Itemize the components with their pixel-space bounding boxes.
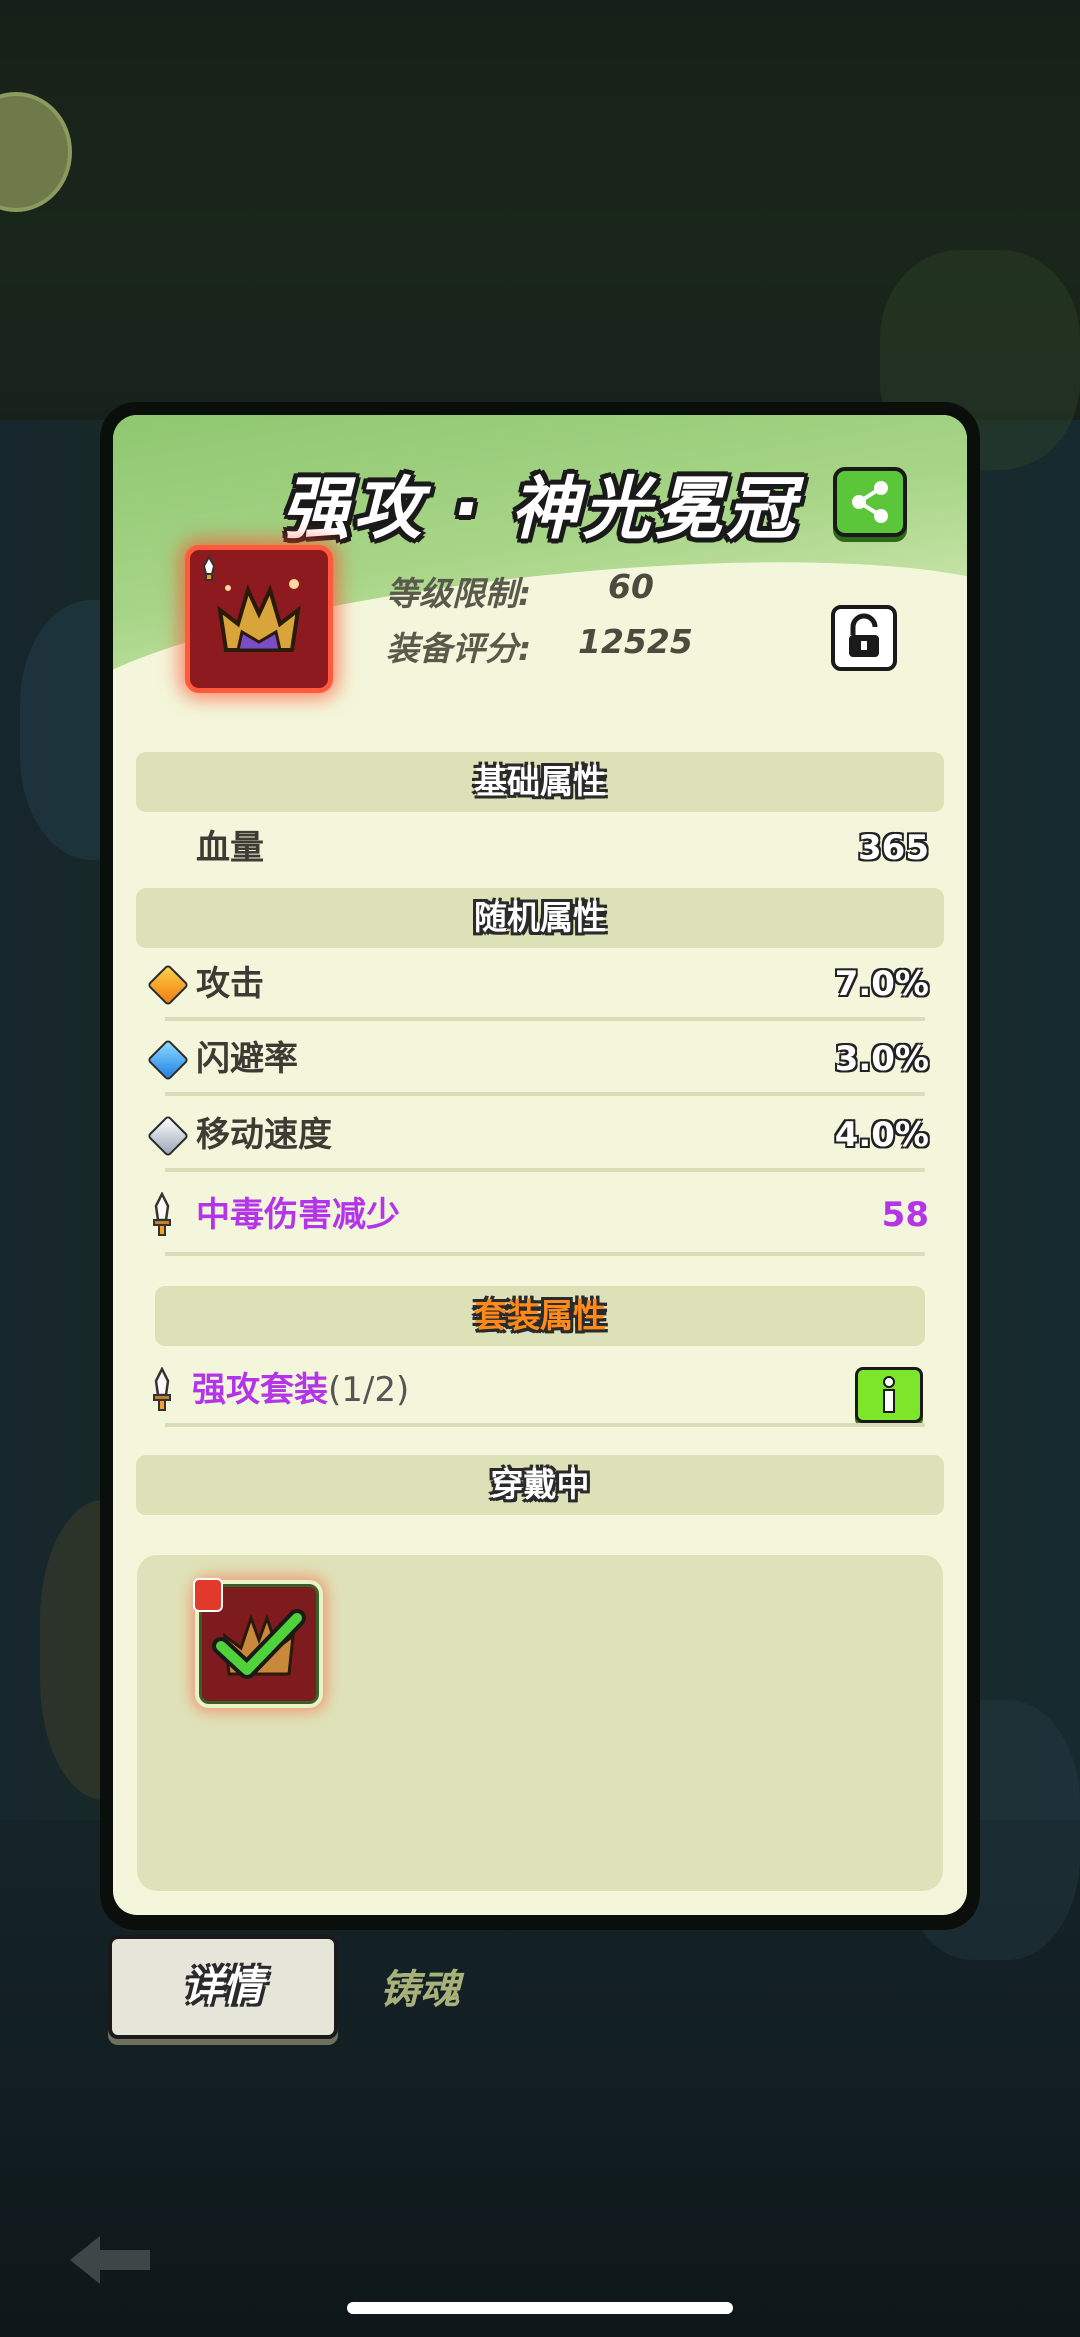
stat-value: 7.0% — [834, 964, 929, 1004]
blue-gem-icon — [146, 1038, 190, 1082]
back-arrow-icon[interactable] — [60, 2230, 160, 2290]
section-random-attributes: 随机属性 — [136, 888, 944, 948]
sword-icon — [153, 1367, 171, 1411]
equipment-detail-panel: 强攻 · 神光冕冠 等级限制: 60 装备评分: 12525 基础属性 血量 3… — [113, 415, 967, 1915]
equipment-score-label: 装备评分: — [386, 629, 532, 668]
stat-value: 4.0% — [834, 1115, 929, 1155]
stat-value: 365 — [858, 828, 929, 868]
stat-name: 中毒伤害减少 — [196, 1195, 400, 1235]
home-indicator[interactable] — [347, 2302, 733, 2314]
share-icon — [852, 481, 888, 523]
section-base-attributes: 基础属性 — [136, 752, 944, 812]
stat-value: 58 — [881, 1195, 929, 1235]
section-wearing: 穿戴中 — [136, 1455, 944, 1515]
sword-icon — [153, 1192, 171, 1236]
stat-row-move-speed: 移动速度 4.0% — [113, 1098, 967, 1172]
stat-row-attack: 攻击 7.0% — [113, 947, 967, 1021]
stat-value: 3.0% — [834, 1039, 929, 1079]
quality-badge-icon — [193, 1578, 223, 1612]
checkmark-icon — [212, 1609, 306, 1679]
level-limit-label: 等级限制: — [386, 574, 532, 613]
info-icon — [883, 1376, 895, 1413]
orange-gem-icon — [146, 963, 190, 1007]
silver-gem-icon — [146, 1114, 190, 1158]
stat-name: 闪避率 — [196, 1039, 298, 1079]
set-bonus-row: 强攻套装(1/2) — [113, 1353, 967, 1427]
quality-badge-icon — [202, 556, 216, 581]
item-icon-frame — [185, 545, 333, 693]
unlock-icon — [849, 613, 879, 657]
set-progress: (1/2) — [328, 1370, 410, 1410]
stat-name: 攻击 — [196, 964, 264, 1004]
stat-row-hp: 血量 365 — [113, 811, 967, 885]
tab-details[interactable]: 详情 — [108, 1935, 338, 2039]
equipped-item-slot[interactable] — [193, 1578, 323, 1708]
equipment-score-value: 12525 — [578, 622, 693, 661]
stat-name: 血量 — [196, 828, 264, 868]
stat-row-poison-reduction: 中毒伤害减少 58 — [113, 1178, 967, 1256]
set-name: 强攻套装 — [192, 1370, 328, 1410]
set-info-button[interactable] — [855, 1367, 923, 1423]
lock-button[interactable] — [831, 605, 897, 671]
tab-soul-forge[interactable]: 铸魂 — [380, 1955, 540, 2025]
share-button[interactable] — [833, 467, 907, 537]
section-set-attributes: 套装属性 — [155, 1286, 925, 1346]
stat-row-dodge: 闪避率 3.0% — [113, 1022, 967, 1096]
level-limit-value: 60 — [608, 567, 654, 606]
stat-name: 移动速度 — [196, 1115, 332, 1155]
